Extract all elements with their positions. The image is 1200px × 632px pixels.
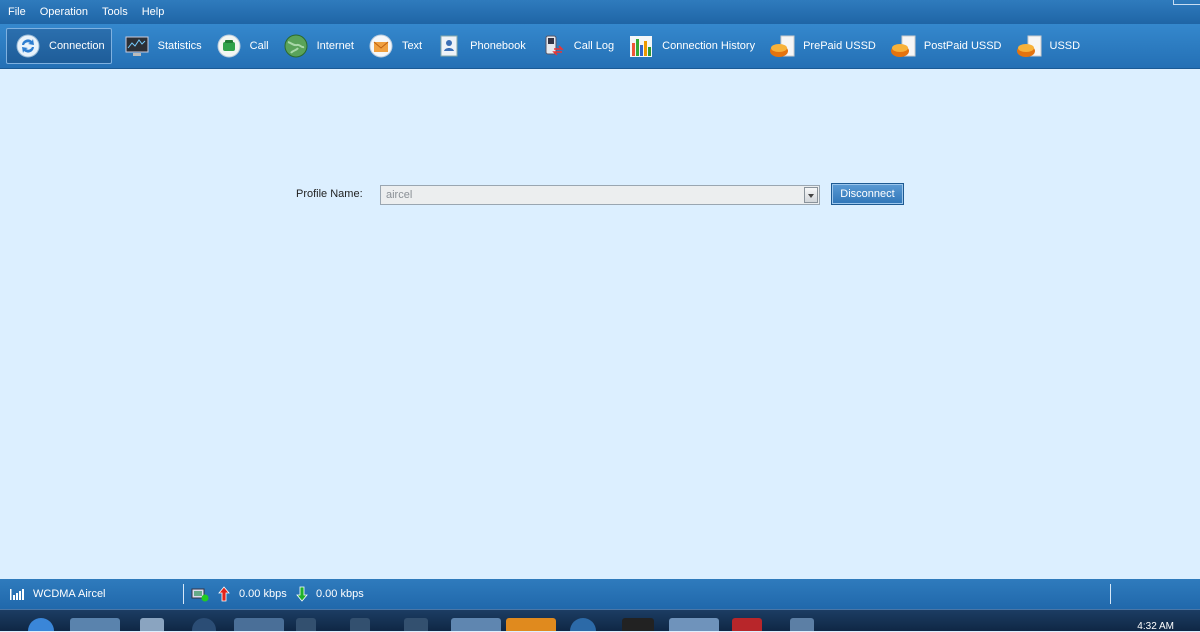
prepaid-ussd-icon xyxy=(769,33,795,59)
taskbar-app-button[interactable] xyxy=(140,618,164,631)
toolbar-call[interactable]: Call xyxy=(208,28,275,64)
start-orb-icon[interactable] xyxy=(28,618,54,631)
taskbar-active-app-button[interactable] xyxy=(234,618,284,631)
toolbar-prepaid-ussd-label: PrePaid USSD xyxy=(803,40,876,52)
taskbar-orange-app-button[interactable] xyxy=(506,618,556,631)
toolbar-phonebook-label: Phonebook xyxy=(470,40,526,52)
taskbar-red-app-button[interactable] xyxy=(732,618,762,631)
phonebook-icon xyxy=(436,33,462,59)
statistics-icon xyxy=(124,33,150,59)
ussd-icon xyxy=(1016,33,1042,59)
operator-name: Aircel xyxy=(78,588,106,600)
toolbar-text-label: Text xyxy=(401,40,423,52)
toolbar-call-log[interactable]: Call Log xyxy=(532,28,620,64)
toolbar-internet-label: Internet xyxy=(316,40,354,52)
toolbar-prepaid-ussd[interactable]: PrePaid USSD xyxy=(761,28,882,64)
toolbar-statistics-label: Statistics xyxy=(157,40,202,52)
window-restore-button[interactable] xyxy=(1173,0,1200,5)
profile-name-select[interactable]: aircel xyxy=(380,185,820,205)
profile-name-label: Profile Name: xyxy=(296,188,363,200)
menu-bar: File Operation Tools Help xyxy=(0,0,1200,24)
taskbar-misc-button[interactable] xyxy=(790,618,814,631)
upload-arrow-icon xyxy=(218,586,230,602)
toolbar-connection-label: Connection xyxy=(49,40,105,52)
toolbar-ussd[interactable]: USSD xyxy=(1008,28,1087,64)
toolbar-connection[interactable]: Connection xyxy=(6,28,112,64)
menu-file[interactable]: File xyxy=(0,6,32,18)
bar-chart-icon xyxy=(628,33,654,59)
call-log-icon xyxy=(540,33,566,59)
taskbar-home-button[interactable] xyxy=(404,618,428,631)
os-taskbar: 4:32 AM xyxy=(0,609,1200,632)
upload-speed: 0.00 kbps xyxy=(239,588,287,600)
toolbar-postpaid-ussd-label: PostPaid USSD xyxy=(923,40,1002,52)
disconnect-button[interactable]: Disconnect xyxy=(831,183,904,205)
phone-icon xyxy=(216,33,242,59)
toolbar: Connection Statistics Call Internet Text… xyxy=(0,24,1200,69)
toolbar-call-label: Call xyxy=(249,40,269,52)
postpaid-ussd-icon xyxy=(890,33,916,59)
taskbar-media-button[interactable] xyxy=(192,618,216,631)
toolbar-call-log-label: Call Log xyxy=(573,40,615,52)
toolbar-ussd-label: USSD xyxy=(1049,40,1081,52)
toolbar-connection-history-label: Connection History xyxy=(662,40,756,52)
taskbar-document-button[interactable] xyxy=(451,618,501,631)
status-divider-right xyxy=(1110,584,1111,604)
toolbar-internet[interactable]: Internet xyxy=(275,28,360,64)
chevron-down-icon[interactable] xyxy=(804,187,818,203)
status-divider xyxy=(183,584,184,604)
connection-panel: Profile Name: aircel Disconnect xyxy=(2,69,1198,578)
toolbar-postpaid-ussd[interactable]: PostPaid USSD xyxy=(882,28,1008,64)
status-bar: WCDMA Aircel 0.00 kbps 0.00 kbps xyxy=(0,579,1200,609)
signal-strength-icon xyxy=(10,589,24,600)
taskbar-window-button[interactable] xyxy=(669,618,719,631)
download-speed: 0.00 kbps xyxy=(316,588,364,600)
toolbar-statistics[interactable]: Statistics xyxy=(116,28,208,64)
taskbar-network-button[interactable] xyxy=(296,618,316,631)
toolbar-phonebook[interactable]: Phonebook xyxy=(428,28,532,64)
taskbar-explorer-button[interactable] xyxy=(70,618,120,631)
taskbar-tool-button[interactable] xyxy=(350,618,370,631)
menu-help[interactable]: Help xyxy=(134,6,171,18)
taskbar-clock[interactable]: 4:32 AM xyxy=(1137,621,1174,632)
toolbar-text[interactable]: Text xyxy=(360,28,428,64)
taskbar-terminal-button[interactable] xyxy=(622,618,654,631)
menu-operation[interactable]: Operation xyxy=(32,6,94,18)
network-type: WCDMA xyxy=(33,588,76,600)
profile-name-value: aircel xyxy=(386,189,413,201)
taskbar-browser-button[interactable] xyxy=(570,618,596,631)
download-arrow-icon xyxy=(296,586,308,602)
toolbar-connection-history[interactable]: Connection History xyxy=(620,28,761,64)
globe-icon xyxy=(283,33,309,59)
connection-icon xyxy=(15,33,41,59)
menu-tools[interactable]: Tools xyxy=(94,6,134,18)
connection-status-icon xyxy=(191,588,209,602)
envelope-icon xyxy=(368,33,394,59)
